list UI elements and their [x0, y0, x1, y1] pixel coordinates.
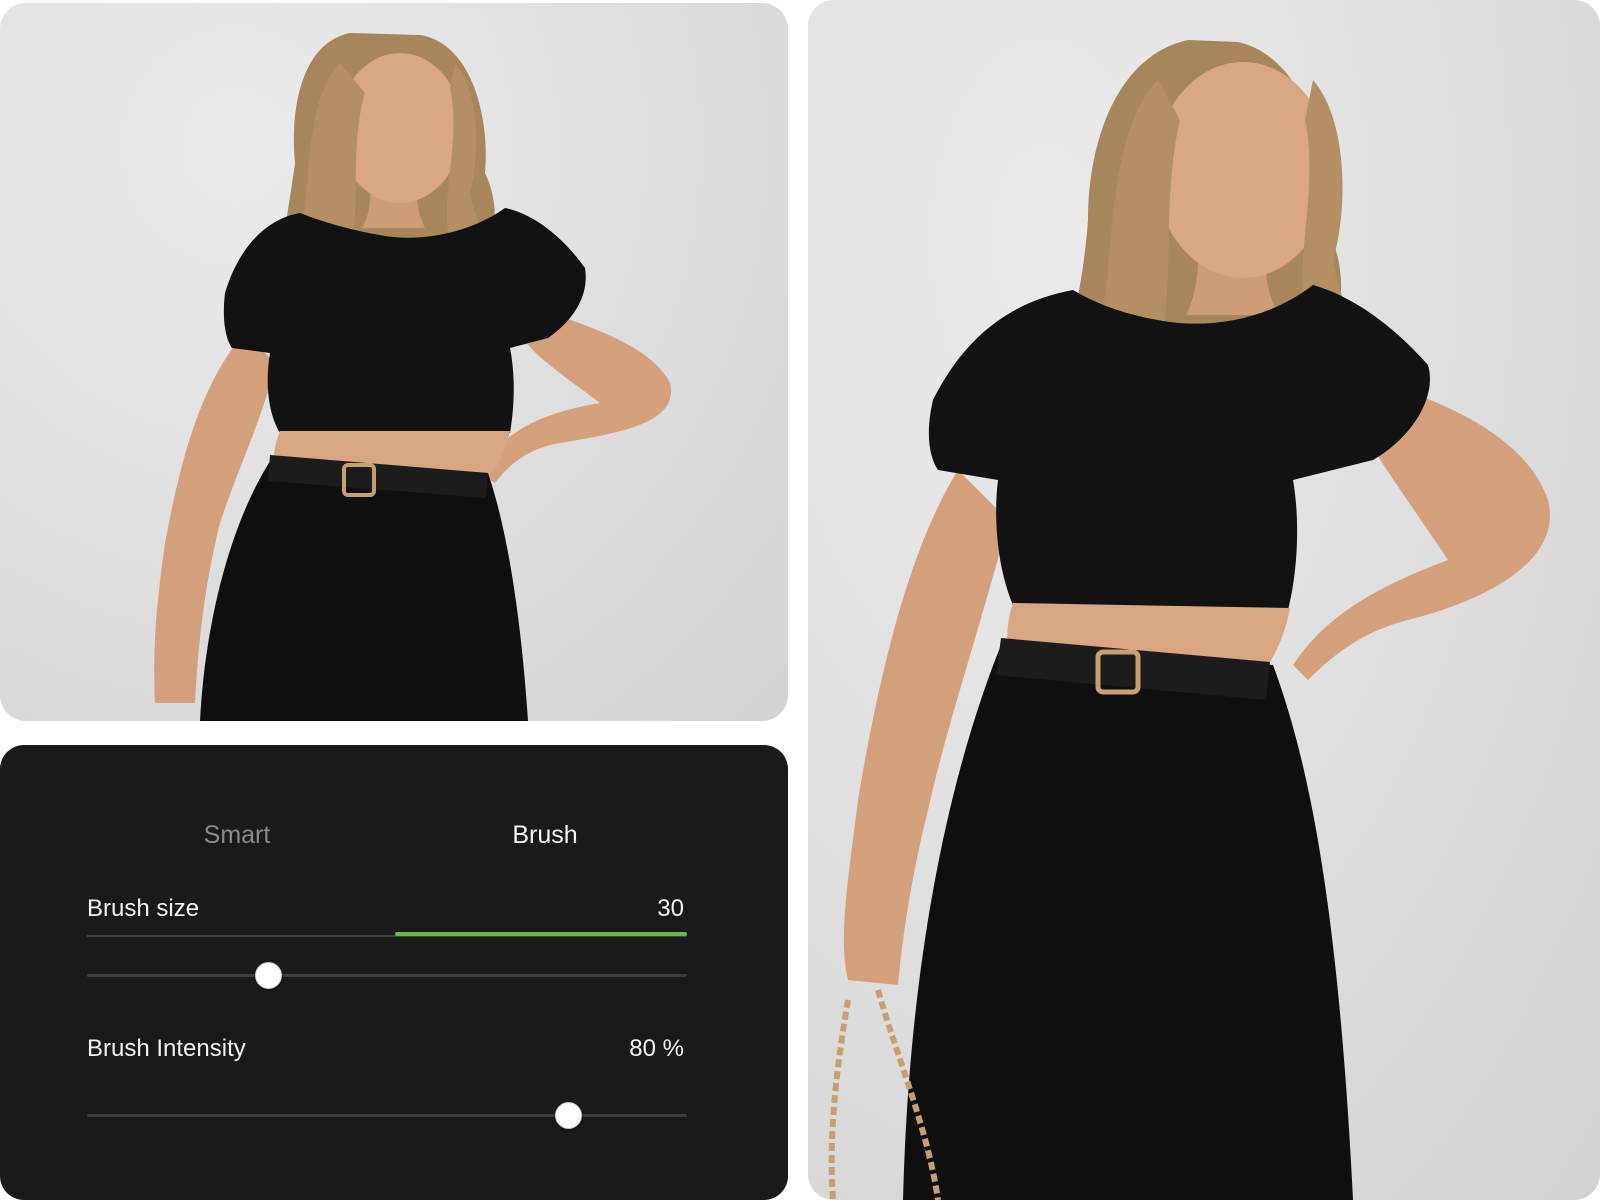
- mode-tabs: Smart Brush: [87, 805, 687, 937]
- tab-smart[interactable]: Smart: [87, 805, 387, 871]
- tab-brush[interactable]: Brush: [395, 805, 695, 871]
- brush-size-value: 30: [657, 895, 684, 922]
- brush-size-slider[interactable]: [87, 960, 687, 990]
- tab-active-indicator: [395, 932, 687, 936]
- brush-intensity-thumb[interactable]: [555, 1102, 582, 1129]
- brush-size-thumb[interactable]: [255, 962, 282, 989]
- brush-intensity-slider[interactable]: [87, 1100, 687, 1130]
- brush-size-track: [87, 974, 687, 977]
- brush-settings-panel: Smart Brush Brush size 30 Brush Intensit…: [0, 745, 788, 1200]
- before-photo-figure: [154, 33, 672, 721]
- brush-intensity-track: [87, 1114, 687, 1117]
- after-photo: [808, 0, 1600, 1200]
- after-photo-figure: [828, 40, 1550, 1200]
- brush-size-label: Brush size: [87, 895, 200, 922]
- brush-intensity-label: Brush Intensity: [87, 1035, 246, 1062]
- brush-intensity-value: 80 %: [629, 1035, 684, 1062]
- before-photo: [0, 3, 788, 721]
